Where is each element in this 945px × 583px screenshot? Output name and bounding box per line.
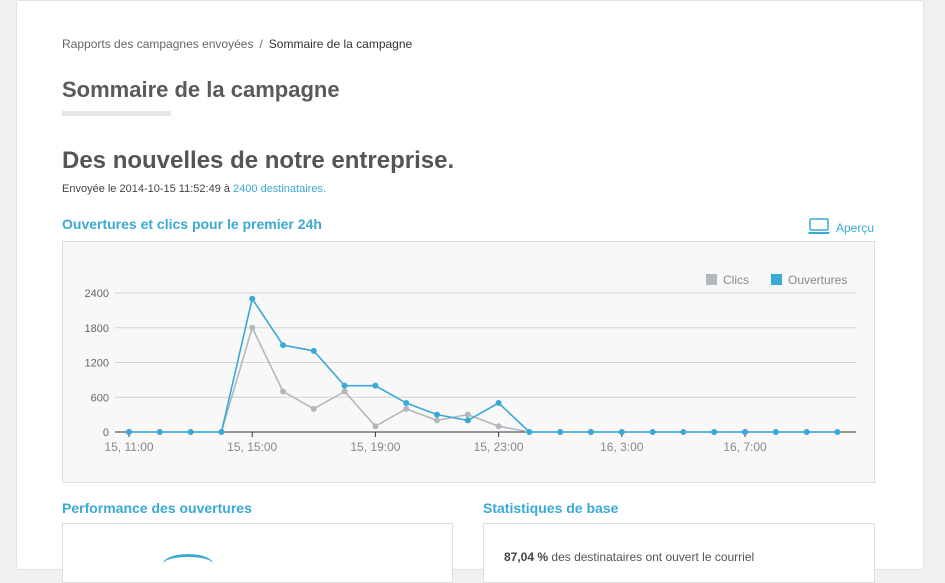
- data-point-ouvertures: [126, 429, 132, 435]
- series-line-ouvertures: [129, 296, 838, 433]
- campaign-name: Des nouvelles de notre entreprise.: [62, 147, 455, 174]
- sent-info: Envoyée le 2014-10-15 11:52:49 à 2400 de…: [62, 183, 326, 195]
- y-tick-label: 0: [103, 427, 109, 439]
- data-point-ouvertures: [218, 429, 225, 435]
- data-point-clics: [372, 423, 379, 430]
- y-tick-label: 1200: [85, 358, 109, 370]
- sent-date-text: Envoyée le 2014-10-15 11:52:49 à: [62, 183, 230, 195]
- data-point-ouvertures: [588, 429, 594, 435]
- legend-swatch-clics: [706, 274, 717, 285]
- stats-panel: 87,04 % des destinataires ont ouvert le …: [483, 523, 875, 583]
- data-point-ouvertures: [280, 342, 286, 349]
- data-point-ouvertures: [434, 411, 440, 418]
- preview-link[interactable]: Aperçu: [807, 218, 874, 235]
- data-point-ouvertures: [680, 429, 687, 435]
- performance-panel: [62, 523, 453, 583]
- data-point-clics: [464, 411, 471, 418]
- data-point-clics: [341, 388, 348, 395]
- data-point-ouvertures: [495, 400, 502, 407]
- preview-label: Aperçu: [836, 221, 875, 235]
- recipients-link[interactable]: 2400 destinataires.: [233, 183, 326, 195]
- data-point-ouvertures: [249, 295, 256, 302]
- data-point-ouvertures: [372, 382, 379, 389]
- chart-svg: 0 600 1200 1800 2400 15, 11:00 15, 15:00 15, 19…: [85, 273, 856, 454]
- data-point-clics: [249, 324, 256, 331]
- stat-open-rate-text: des destinataires ont ouvert le courriel: [551, 550, 755, 564]
- stat-open-rate: 87,04 % des destinataires ont ouvert le …: [504, 550, 754, 564]
- data-point-ouvertures: [526, 429, 533, 435]
- breadcrumb: Rapports des campagnes envoyées / Sommaire…: [62, 37, 412, 51]
- laptop-icon: [807, 218, 831, 235]
- performance-section-title: Performance des ouvertures: [62, 500, 252, 516]
- breadcrumb-current: Sommaire de la campagne: [268, 37, 413, 51]
- data-point-ouvertures: [649, 429, 656, 435]
- data-point-ouvertures: [803, 429, 810, 435]
- x-tick-label: 16, 7:00: [723, 440, 767, 454]
- x-tick-label: 15, 11:00: [104, 440, 153, 454]
- data-point-ouvertures: [464, 417, 471, 424]
- data-point-ouvertures: [187, 429, 194, 435]
- breadcrumb-parent-link[interactable]: Rapports des campagnes envoyées: [62, 37, 253, 51]
- legend-label-clics: Clics: [723, 273, 749, 287]
- data-point-ouvertures: [341, 382, 348, 389]
- data-point-ouvertures: [557, 429, 564, 435]
- data-point-ouvertures: [618, 429, 625, 435]
- stat-open-rate-value: 87,04 %: [504, 550, 549, 564]
- legend-label-ouvertures: Ouvertures: [788, 273, 847, 287]
- data-point-ouvertures: [834, 429, 841, 435]
- data-point-clics: [310, 405, 317, 412]
- x-tick-label: 15, 23:00: [474, 440, 524, 454]
- y-tick-label: 1800: [85, 323, 109, 335]
- data-point-clics: [403, 405, 410, 412]
- main-card: Rapports des campagnes envoyées / Sommaire…: [16, 0, 924, 583]
- y-tick-label: 2400: [85, 288, 109, 300]
- data-point-ouvertures: [772, 429, 779, 435]
- chart-section-title: Ouvertures et clics pour le premier 24h: [62, 216, 322, 232]
- stats-section-title: Statistiques de base: [483, 500, 619, 516]
- data-point-ouvertures: [310, 347, 317, 354]
- data-point-clics: [495, 423, 502, 430]
- legend-swatch-ouvertures: [771, 274, 782, 285]
- opens-donut-chart: [163, 554, 213, 574]
- x-tick-label: 15, 15:00: [227, 440, 277, 454]
- page-title: Sommaire de la campagne: [62, 77, 340, 102]
- series-line-clics: [129, 325, 838, 433]
- opens-clicks-chart: 0 600 1200 1800 2400 15, 11:00 15, 15:00 15, 19…: [62, 241, 875, 483]
- x-tick-label: 16, 3:00: [600, 440, 644, 454]
- data-point-ouvertures: [742, 429, 748, 435]
- data-point-clics: [280, 388, 286, 395]
- data-point-ouvertures: [711, 429, 718, 435]
- breadcrumb-separator: /: [259, 37, 263, 51]
- data-point-ouvertures: [403, 400, 410, 407]
- data-point-clics: [434, 417, 440, 424]
- data-point-ouvertures: [156, 429, 163, 435]
- title-underline: [62, 111, 171, 116]
- x-tick-label: 15, 19:00: [350, 440, 400, 454]
- y-tick-label: 600: [91, 392, 109, 404]
